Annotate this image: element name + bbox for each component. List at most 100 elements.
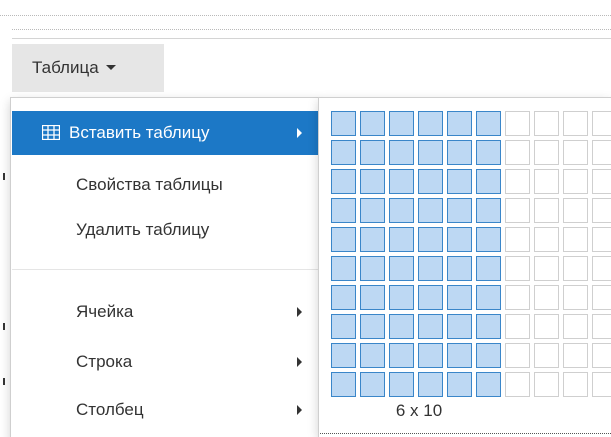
grid-cell[interactable] bbox=[563, 111, 588, 136]
grid-cell[interactable] bbox=[505, 343, 530, 368]
grid-cell[interactable] bbox=[505, 111, 530, 136]
menu-item-insert-table[interactable]: Вставить таблицу bbox=[12, 111, 318, 155]
grid-cell[interactable] bbox=[447, 198, 472, 223]
grid-cell[interactable] bbox=[360, 314, 385, 339]
grid-cell[interactable] bbox=[534, 314, 559, 339]
grid-cell[interactable] bbox=[389, 198, 414, 223]
grid-cell[interactable] bbox=[476, 314, 501, 339]
grid-cell[interactable] bbox=[476, 285, 501, 310]
grid-cell[interactable] bbox=[563, 372, 588, 397]
grid-cell[interactable] bbox=[389, 169, 414, 194]
grid-cell[interactable] bbox=[563, 227, 588, 252]
menu-item-column[interactable]: Столбец bbox=[12, 388, 318, 432]
grid-cell[interactable] bbox=[505, 314, 530, 339]
menu-item-row[interactable]: Строка bbox=[12, 340, 318, 384]
grid-cell[interactable] bbox=[418, 198, 443, 223]
grid-cell[interactable] bbox=[476, 111, 501, 136]
grid-cell[interactable] bbox=[447, 111, 472, 136]
table-menu-button[interactable]: Таблица bbox=[12, 44, 164, 92]
grid-cell[interactable] bbox=[447, 314, 472, 339]
grid-cell[interactable] bbox=[563, 140, 588, 165]
grid-cell[interactable] bbox=[447, 285, 472, 310]
grid-cell[interactable] bbox=[534, 111, 559, 136]
grid-cell[interactable] bbox=[505, 227, 530, 252]
grid-cell[interactable] bbox=[563, 314, 588, 339]
grid-cell[interactable] bbox=[592, 372, 611, 397]
grid-cell[interactable] bbox=[418, 111, 443, 136]
grid-cell[interactable] bbox=[360, 111, 385, 136]
grid-cell[interactable] bbox=[592, 111, 611, 136]
grid-cell[interactable] bbox=[418, 314, 443, 339]
grid-cell[interactable] bbox=[389, 227, 414, 252]
menu-item-cell[interactable]: Ячейка bbox=[12, 290, 318, 334]
grid-cell[interactable] bbox=[389, 256, 414, 281]
grid-cell[interactable] bbox=[360, 372, 385, 397]
grid-cell[interactable] bbox=[592, 140, 611, 165]
grid-cell[interactable] bbox=[505, 372, 530, 397]
grid-cell[interactable] bbox=[331, 372, 356, 397]
grid-cell[interactable] bbox=[476, 227, 501, 252]
grid-cell[interactable] bbox=[563, 169, 588, 194]
grid-cell[interactable] bbox=[476, 343, 501, 368]
grid-cell[interactable] bbox=[418, 169, 443, 194]
grid-cell[interactable] bbox=[592, 227, 611, 252]
grid-cell[interactable] bbox=[418, 227, 443, 252]
grid-cell[interactable] bbox=[389, 111, 414, 136]
grid-cell[interactable] bbox=[331, 169, 356, 194]
grid-cell[interactable] bbox=[447, 256, 472, 281]
grid-cell[interactable] bbox=[563, 256, 588, 281]
grid-cell[interactable] bbox=[447, 227, 472, 252]
grid-cell[interactable] bbox=[331, 285, 356, 310]
grid-cell[interactable] bbox=[592, 169, 611, 194]
grid-cell[interactable] bbox=[331, 314, 356, 339]
grid-cell[interactable] bbox=[534, 140, 559, 165]
grid-cell[interactable] bbox=[360, 227, 385, 252]
grid-cell[interactable] bbox=[389, 285, 414, 310]
grid-cell[interactable] bbox=[534, 285, 559, 310]
grid-cell[interactable] bbox=[360, 285, 385, 310]
grid-cell[interactable] bbox=[447, 372, 472, 397]
grid-cell[interactable] bbox=[331, 140, 356, 165]
grid-cell[interactable] bbox=[476, 256, 501, 281]
grid-cell[interactable] bbox=[360, 140, 385, 165]
grid-cell[interactable] bbox=[418, 372, 443, 397]
grid-cell[interactable] bbox=[592, 198, 611, 223]
grid-cell[interactable] bbox=[418, 140, 443, 165]
grid-cell[interactable] bbox=[563, 285, 588, 310]
grid-cell[interactable] bbox=[505, 256, 530, 281]
menu-item-delete-table[interactable]: Удалить таблицу bbox=[12, 208, 318, 252]
grid-cell[interactable] bbox=[331, 227, 356, 252]
grid-cell[interactable] bbox=[331, 256, 356, 281]
grid-cell[interactable] bbox=[360, 198, 385, 223]
grid-cell[interactable] bbox=[563, 343, 588, 368]
grid-cell[interactable] bbox=[331, 343, 356, 368]
grid-cell[interactable] bbox=[505, 169, 530, 194]
grid-cell[interactable] bbox=[592, 285, 611, 310]
grid-cell[interactable] bbox=[389, 343, 414, 368]
grid-cell[interactable] bbox=[389, 314, 414, 339]
grid-cell[interactable] bbox=[476, 372, 501, 397]
grid-cell[interactable] bbox=[389, 372, 414, 397]
grid-cell[interactable] bbox=[476, 140, 501, 165]
grid-cell[interactable] bbox=[447, 343, 472, 368]
grid-cell[interactable] bbox=[418, 343, 443, 368]
grid-cell[interactable] bbox=[592, 314, 611, 339]
grid-cell[interactable] bbox=[389, 140, 414, 165]
grid-cell[interactable] bbox=[505, 140, 530, 165]
menu-item-table-properties[interactable]: Свойства таблицы bbox=[12, 163, 318, 207]
grid-cell[interactable] bbox=[476, 198, 501, 223]
grid-cell[interactable] bbox=[331, 111, 356, 136]
grid-cell[interactable] bbox=[534, 227, 559, 252]
grid-cell[interactable] bbox=[476, 169, 501, 194]
grid-cell[interactable] bbox=[418, 256, 443, 281]
grid-cell[interactable] bbox=[534, 372, 559, 397]
grid-cell[interactable] bbox=[505, 198, 530, 223]
grid-cell[interactable] bbox=[447, 140, 472, 165]
grid-cell[interactable] bbox=[360, 343, 385, 368]
grid-cell[interactable] bbox=[534, 169, 559, 194]
grid-cell[interactable] bbox=[534, 343, 559, 368]
grid-cell[interactable] bbox=[592, 256, 611, 281]
grid-cell[interactable] bbox=[505, 285, 530, 310]
grid-cell[interactable] bbox=[331, 198, 356, 223]
grid-cell[interactable] bbox=[592, 343, 611, 368]
